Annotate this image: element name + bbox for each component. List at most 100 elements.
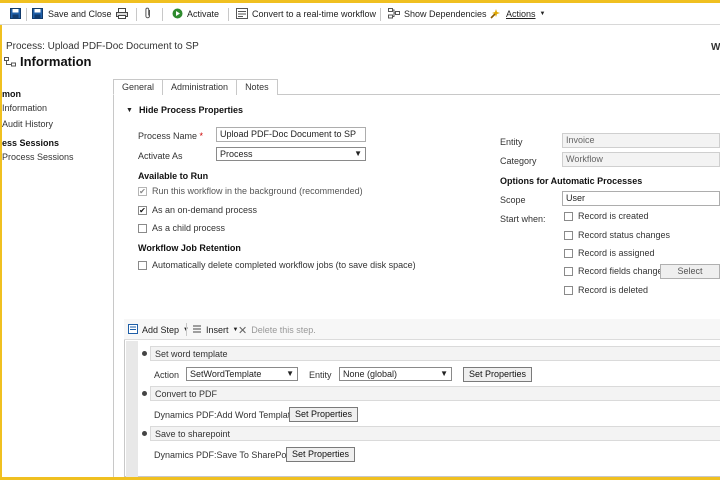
show-dependencies-button[interactable]: Show Dependencies — [388, 7, 487, 21]
steps-gutter — [126, 341, 138, 477]
start-option-label: Record is assigned — [578, 248, 655, 258]
save-button[interactable] — [10, 7, 21, 21]
step-action-text: Dynamics PDF:Add Word Template — [154, 410, 296, 420]
toolbar-separator — [162, 8, 163, 21]
step-title: Convert to PDF — [155, 389, 218, 399]
set-properties-button[interactable]: Set Properties — [463, 367, 533, 382]
insert-icon — [192, 324, 202, 336]
command-bar: Save and Close Activate Convert to a rea… — [0, 3, 720, 25]
paperclip-icon — [144, 7, 152, 21]
child-process-row: As a child process — [138, 223, 225, 233]
dependencies-icon — [388, 7, 400, 21]
hide-process-properties-toggle[interactable]: ▼ Hide Process Properties — [126, 105, 243, 115]
tab-notes[interactable]: Notes — [236, 79, 278, 95]
record-created-checkbox[interactable] — [564, 211, 573, 221]
nav-group-common: mon — [2, 89, 21, 99]
convert-icon — [236, 7, 248, 21]
required-mark: * — [199, 131, 204, 141]
add-step-button[interactable]: Add Step ▼ — [128, 323, 189, 337]
category-field: Workflow — [562, 152, 720, 167]
record-assigned-checkbox[interactable] — [564, 248, 573, 258]
convert-label: Convert to a real-time workflow — [252, 9, 377, 19]
collapse-triangle-icon: ▼ — [126, 106, 133, 114]
convert-realtime-button[interactable]: Convert to a real-time workflow — [236, 7, 376, 21]
actions-menu-button[interactable]: Actions ▼ — [490, 7, 545, 21]
save-and-close-label: Save and Close — [48, 9, 112, 19]
save-and-close-button[interactable]: Save and Close — [32, 7, 112, 21]
page-title: Information — [20, 54, 92, 69]
run-background-row: ✔ Run this workflow in the background (r… — [138, 186, 363, 196]
scope-select[interactable]: User — [562, 191, 720, 206]
start-option-row: Record status changes — [564, 230, 670, 240]
activate-button[interactable]: Activate — [172, 7, 219, 21]
step-title: Save to sharepoint — [155, 429, 231, 439]
set-properties-button[interactable]: Set Properties — [286, 447, 356, 462]
chevron-down-icon: ▼ — [539, 11, 546, 17]
start-option-label: Record fields change — [578, 266, 663, 276]
child-process-label: As a child process — [152, 223, 226, 233]
dropdown-arrow-icon: ▼ — [354, 149, 362, 158]
add-step-label: Add Step — [142, 325, 180, 335]
scope-label: Scope — [500, 195, 526, 205]
record-fields-change-checkbox[interactable] — [564, 266, 573, 276]
category-label: Category — [500, 156, 537, 166]
start-when-label: Start when: — [500, 214, 546, 224]
auto-delete-checkbox[interactable] — [138, 260, 147, 270]
print-preview-button[interactable] — [116, 7, 128, 21]
entity-field: Invoice — [562, 133, 720, 148]
step-entity-label: Entity — [309, 370, 332, 380]
activate-as-select[interactable]: Process ▼ — [216, 147, 366, 161]
nav-group-process-sessions: ess Sessions — [2, 138, 60, 148]
window-frame-left — [0, 0, 2, 480]
step-entity-select[interactable]: None (global) ▼ — [339, 367, 452, 381]
set-properties-button[interactable]: Set Properties — [289, 407, 359, 422]
available-to-run-header: Available to Run — [138, 171, 209, 181]
on-demand-checkbox[interactable]: ✔ — [138, 205, 147, 215]
nav-item-audit-history[interactable]: Audit History — [2, 119, 53, 129]
header-right-label: W — [711, 42, 720, 53]
form-tabs: General Administration Notes — [113, 79, 278, 95]
activate-as-label: Activate As — [138, 151, 183, 161]
tab-administration[interactable]: Administration — [162, 79, 238, 95]
step-action-select[interactable]: SetWordTemplate ▼ — [186, 367, 298, 381]
insert-button[interactable]: Insert ▼ — [192, 323, 238, 337]
step-title-row[interactable]: Save to sharepoint — [150, 426, 720, 441]
process-title: Process: Upload PDF-Doc Document to SP — [6, 41, 199, 52]
step-title-row[interactable]: Convert to PDF — [150, 386, 720, 401]
start-option-row: Record fields change — [564, 266, 663, 276]
run-background-checkbox[interactable]: ✔ — [138, 186, 147, 196]
run-background-label: Run this workflow in the background (rec… — [152, 186, 363, 196]
step-bullet — [142, 351, 147, 356]
record-deleted-checkbox[interactable] — [564, 285, 573, 295]
toolbar-separator — [136, 8, 137, 21]
delete-step-button[interactable]: ✕ Delete this step. — [238, 323, 316, 337]
activate-icon — [172, 8, 183, 21]
nav-item-information[interactable]: Information — [2, 103, 47, 113]
show-dependencies-label: Show Dependencies — [404, 9, 487, 19]
start-option-row: Record is created — [564, 211, 649, 221]
process-name-label-text: Process Name — [138, 131, 198, 141]
process-name-label: Process Name * — [138, 131, 203, 141]
step-action-text: Dynamics PDF:Save To SharePoint — [154, 450, 296, 460]
attach-button[interactable] — [144, 7, 152, 21]
process-name-input[interactable]: Upload PDF-Doc Document to SP — [216, 127, 366, 142]
select-fields-button[interactable]: Select — [660, 264, 720, 279]
actions-icon — [490, 8, 502, 21]
auto-delete-label: Automatically delete completed workflow … — [152, 260, 416, 270]
activate-label: Activate — [187, 9, 220, 19]
steps-toolbar: Add Step ▼ Insert ▼ ✕ Delete this step. — [124, 319, 720, 340]
start-option-row: Record is deleted — [564, 285, 648, 295]
child-process-checkbox[interactable] — [138, 223, 147, 233]
dropdown-arrow-icon: ▼ — [440, 369, 448, 378]
record-status-changes-checkbox[interactable] — [564, 230, 573, 240]
on-demand-label: As an on-demand process — [152, 205, 258, 215]
delete-step-label: Delete this step. — [251, 325, 316, 335]
on-demand-row: ✔ As an on-demand process — [138, 205, 257, 215]
start-option-row: Record is assigned — [564, 248, 655, 258]
start-option-label: Record is created — [578, 211, 649, 221]
step-title-row[interactable]: Set word template — [150, 346, 720, 361]
activate-as-value: Process — [220, 149, 253, 159]
tab-general[interactable]: General — [113, 79, 164, 95]
nav-item-process-sessions[interactable]: Process Sessions — [2, 152, 74, 162]
toolbar-separator — [380, 8, 381, 21]
